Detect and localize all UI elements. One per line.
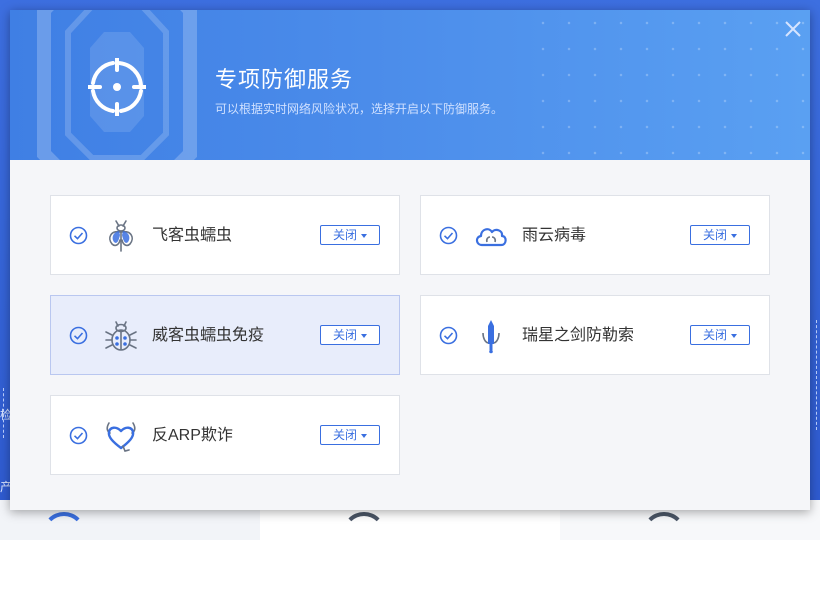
service-label: 反ARP欺诈 <box>152 427 233 444</box>
check-circle-icon[interactable] <box>439 326 458 345</box>
service-label: 威客虫蠕虫免疫 <box>152 327 265 344</box>
check-circle-icon[interactable] <box>69 426 88 445</box>
service-label: 飞客虫蠕虫 <box>152 227 233 244</box>
background-gauge-icon <box>42 512 86 556</box>
background-divider <box>3 388 4 438</box>
dialog-subtitle: 可以根据实时网络风险状况，选择开启以下防御服务。 <box>215 102 504 116</box>
dialog-header: 专项防御服务 可以根据实时网络风险状况，选择开启以下防御服务。 <box>10 10 810 160</box>
check-circle-icon[interactable] <box>69 326 88 345</box>
caret-down-icon <box>361 333 367 338</box>
status-dropdown-button[interactable]: 关闭 <box>690 325 750 345</box>
service-card-anti-arp[interactable]: 反ARP欺诈 关闭 <box>50 395 400 475</box>
cloud-virus-icon <box>475 228 507 247</box>
defense-services-dialog: 专项防御服务 可以根据实时网络风险状况，选择开启以下防御服务。 飞客虫蠕虫 关闭 <box>10 10 810 510</box>
background-divider <box>816 320 817 430</box>
service-card-conficker[interactable]: 飞客虫蠕虫 关闭 <box>50 195 400 275</box>
caret-down-icon <box>361 433 367 438</box>
bug-icon <box>109 220 133 252</box>
status-dropdown-button[interactable]: 关闭 <box>320 225 380 245</box>
background-gauge-icon <box>642 512 686 556</box>
caret-down-icon <box>731 233 737 238</box>
status-dropdown-button[interactable]: 关闭 <box>320 325 380 345</box>
service-card-rain-cloud-virus[interactable]: 雨云病毒 关闭 <box>420 195 770 275</box>
header-grid-pattern <box>530 10 810 160</box>
status-dropdown-button[interactable]: 关闭 <box>320 425 380 445</box>
close-icon[interactable] <box>782 18 804 40</box>
heart-shield-icon <box>106 422 136 452</box>
background-gauge-icon <box>342 512 386 556</box>
beetle-icon <box>105 321 137 351</box>
caret-down-icon <box>361 233 367 238</box>
service-label: 瑞星之剑防勒索 <box>522 327 635 344</box>
sword-icon <box>482 320 500 354</box>
service-card-wannacry-immunity[interactable]: 威客虫蠕虫免疫 关闭 <box>50 295 400 375</box>
status-dropdown-button[interactable]: 关闭 <box>690 225 750 245</box>
service-card-ransomware-sword[interactable]: 瑞星之剑防勒索 关闭 <box>420 295 770 375</box>
crosshair-icon <box>88 58 146 116</box>
check-circle-icon[interactable] <box>439 226 458 245</box>
dialog-title: 专项防御服务 <box>215 67 354 92</box>
caret-down-icon <box>731 333 737 338</box>
service-label: 雨云病毒 <box>522 227 587 244</box>
check-circle-icon[interactable] <box>69 226 88 245</box>
